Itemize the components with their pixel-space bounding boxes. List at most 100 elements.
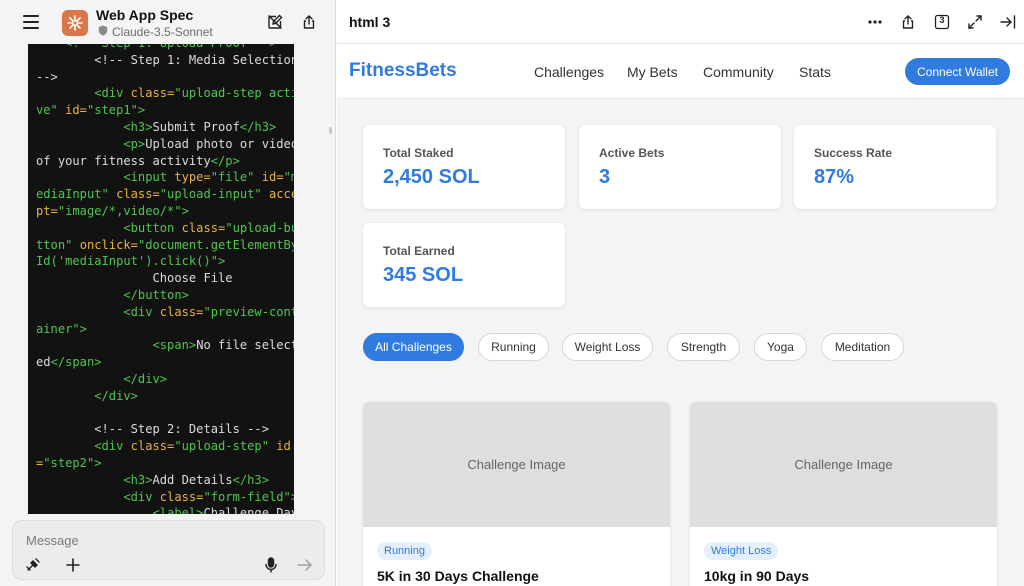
code-token: id= [65,103,87,118]
code-token: "m [283,170,294,185]
code-token: Challenge Day [203,506,294,514]
code-token: class= [116,187,160,202]
code-token: of your fitness activity [36,153,211,168]
model-label[interactable]: Claude-3.5-Sonnet [98,25,213,39]
filter-running[interactable]: Running [478,333,549,361]
stat-card-total-earned: Total Earned 345 SOL [363,223,565,307]
code-token: </p> [210,153,240,168]
code-token: <div [36,489,160,504]
code-token: <span> [36,338,197,353]
filter-weight-loss[interactable]: Weight Loss [562,333,653,361]
code-token: Id('mediaInput').click()"> [36,254,226,269]
stat-label: Total Staked [383,146,454,160]
code-token: </h3> [239,119,277,134]
code-token: "file" [210,170,262,185]
filter-meditation[interactable]: Meditation [821,333,904,361]
code-text: <!-- Step 1: Upload Proof --> <!-- Step … [28,44,294,514]
challenge-card[interactable]: Challenge Image Running 5K in 30 Days Ch… [363,402,670,586]
challenge-image-placeholder: Challenge Image [363,402,670,527]
code-block[interactable]: <!-- Step 1: Upload Proof --> <!-- Step … [28,44,294,514]
filter-yoga[interactable]: Yoga [754,333,807,361]
artifact-title-bar: html 3 3 [337,0,1024,44]
code-token: <div [36,86,131,101]
code-token: </span> [50,355,102,370]
challenge-tag: Weight Loss [704,542,779,560]
nav-link-stats[interactable]: Stats [799,64,831,80]
nav-link-my-bets[interactable]: My Bets [627,64,678,80]
code-token: id= [261,170,284,185]
nav-link-community[interactable]: Community [703,64,774,80]
code-token: "upload-bu [225,220,294,235]
code-token: class= [159,304,204,319]
code-token: id [276,439,291,454]
microphone-icon[interactable] [263,557,279,573]
connect-wallet-button[interactable]: Connect Wallet [905,58,1010,85]
code-token: Submit Proof [152,119,240,134]
code-token: <!-- Step 1: Media Selection [36,52,294,67]
site-navbar: FitnessBets Challenges My Bets Community… [337,45,1024,99]
code-token: class= [130,86,175,101]
code-token: <button [36,220,182,235]
code-token: "upload-step" [174,439,277,454]
filter-all-challenges[interactable]: All Challenges [363,333,464,361]
challenge-title: 5K in 30 Days Challenge [377,568,539,584]
code-token: "step1"> [86,103,146,118]
pane-resize-handle[interactable] [329,127,332,134]
message-input-placeholder[interactable]: Message [26,533,79,548]
edit-off-icon[interactable] [265,12,285,32]
stat-label: Success Rate [814,146,893,160]
code-token: Choose File [36,271,233,286]
code-token: "step2"> [43,455,102,470]
code-token: </button> [36,287,189,302]
nav-link-challenges[interactable]: Challenges [534,64,604,80]
version-number: 3 [939,15,945,25]
stat-card-total-staked: Total Staked 2,450 SOL [363,125,565,209]
stat-value: 2,450 SOL [383,166,480,188]
site-brand[interactable]: FitnessBets [349,60,457,82]
stat-label: Active Bets [599,146,665,160]
code-token: class= [130,439,175,454]
expand-icon[interactable] [966,13,984,31]
stat-value: 3 [599,166,611,188]
challenge-image-placeholder: Challenge Image [690,402,997,527]
filter-strength[interactable]: Strength [667,333,740,361]
code-token: </h3> [232,472,269,487]
sunburst-logo-icon [62,10,88,36]
tools-icon[interactable] [25,557,41,573]
versions-icon[interactable]: 3 [933,13,951,31]
code-token: --> [36,69,58,84]
code-token: </div> [36,371,168,386]
code-token: ainer"> [36,321,87,336]
challenge-card[interactable]: Challenge Image Weight Loss 10kg in 90 D… [690,402,997,586]
code-token: class= [181,220,226,235]
chat-panel: Web App Spec Claude-3.5-Sonnet <!-- Step… [0,0,336,586]
code-token: "upload-input" [159,187,269,202]
code-token: type= [174,170,211,185]
plus-icon[interactable] [65,557,81,573]
code-token: "upload-step acti [174,86,294,101]
artifact-title: html 3 [349,14,391,30]
share-icon[interactable] [299,12,319,32]
code-token: "form-field"> [203,489,294,504]
code-token: <div [36,304,160,319]
chat-title: Web App Spec [96,7,194,23]
message-composer[interactable]: Message [12,520,325,580]
code-token: Add Details [152,472,233,487]
code-token: "preview-cont [203,304,294,319]
code-token: acce [269,187,294,202]
code-token: ediaInput" [36,187,117,202]
code-token: </div> [36,388,138,403]
share-icon[interactable] [899,13,917,31]
code-token: <p> [36,136,146,151]
code-token: onclick= [79,237,138,252]
stat-label: Total Earned [383,244,455,258]
code-token: <!-- Step 2: Details --> [36,422,269,437]
send-arrow-icon[interactable] [297,557,313,573]
collapse-right-icon[interactable] [999,13,1017,31]
code-token: <input [36,170,175,185]
stat-card-success-rate: Success Rate 87% [794,125,996,209]
hamburger-icon[interactable] [23,15,39,29]
challenge-title: 10kg in 90 Days [704,568,810,584]
code-token: <h3> [36,472,153,487]
more-horizontal-icon[interactable] [866,13,884,31]
